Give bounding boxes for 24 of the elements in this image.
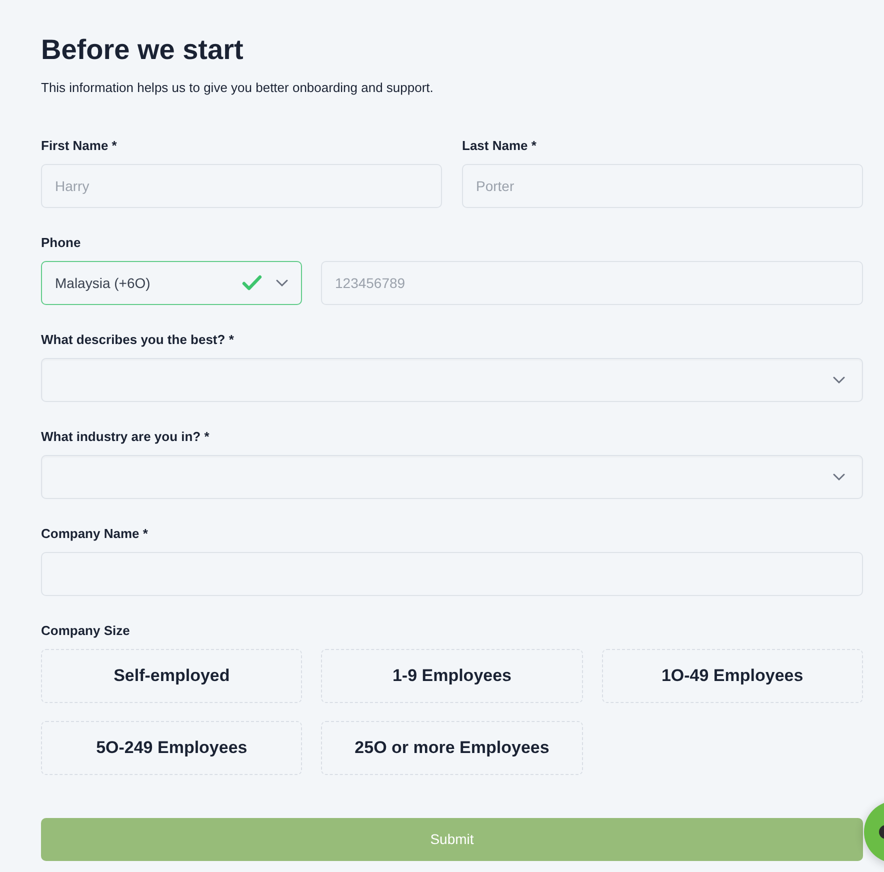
field-label: Company Name *: [41, 526, 148, 542]
input-field[interactable]: Porter: [462, 164, 863, 208]
input-field[interactable]: 123456789: [321, 261, 863, 305]
page-subtitle: This information helps us to give you better onboarding and support.: [41, 79, 434, 97]
select-dropdown[interactable]: [41, 455, 863, 499]
select-dropdown[interactable]: [41, 358, 863, 402]
company-size-option[interactable]: 1-9 Employees: [321, 649, 583, 703]
chevron-down-icon: [833, 376, 845, 384]
company-size-option[interactable]: Self-employed: [41, 649, 302, 703]
chevron-down-icon: [276, 279, 288, 287]
company-size-option[interactable]: 5O-249 Employees: [41, 721, 302, 775]
chevron-down-icon: [833, 473, 845, 481]
field-label: What industry are you in? *: [41, 429, 210, 445]
field-label: First Name *: [41, 138, 117, 154]
input-field[interactable]: Harry: [41, 164, 442, 208]
check-icon: [242, 275, 262, 291]
company-size-option[interactable]: 1O-49 Employees: [602, 649, 863, 703]
field-label: What describes you the best? *: [41, 332, 234, 348]
field-label: Last Name *: [462, 138, 536, 154]
country-select[interactable]: Malaysia (+6O): [41, 261, 302, 305]
page-title: Before we start: [41, 33, 244, 67]
company-size-option[interactable]: 25O or more Employees: [321, 721, 583, 775]
field-label: Phone: [41, 235, 81, 251]
field-label: Company Size: [41, 623, 130, 639]
